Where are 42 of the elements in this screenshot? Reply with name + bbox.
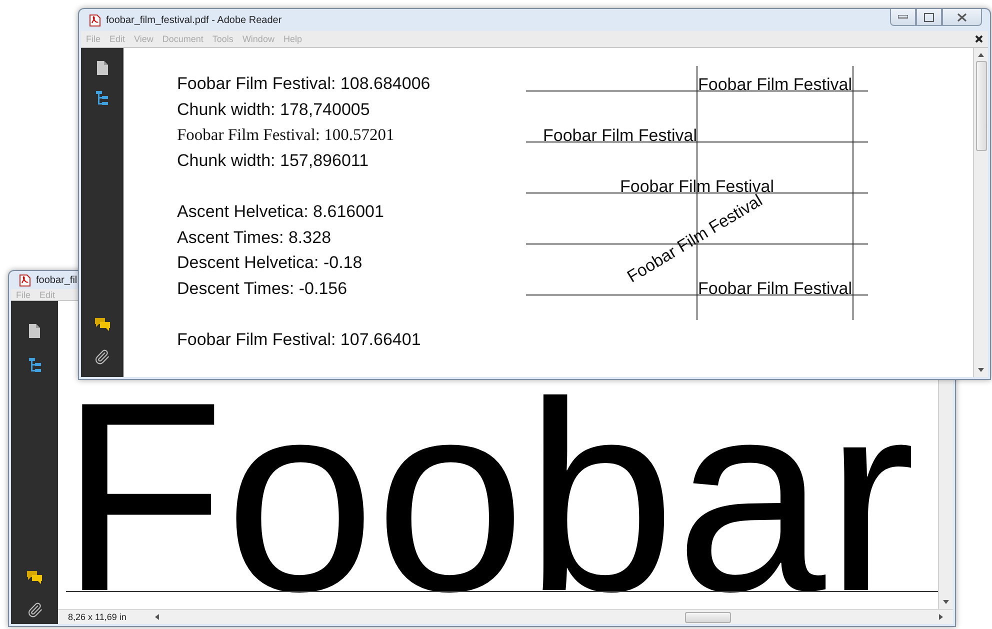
text-line: Ascent Times: 8.328 [177, 226, 332, 249]
diagram-label: Foobar Film Festival [698, 75, 852, 94]
maximize-icon [924, 12, 934, 22]
vertical-scrollbar[interactable] [973, 48, 988, 377]
close-icon [957, 12, 967, 22]
window-title: foobar_fil [36, 274, 78, 286]
page-size-label: 8,26 x 11,69 in [68, 612, 128, 622]
scroll-down-arrow[interactable] [977, 366, 985, 374]
close-button[interactable] [942, 9, 982, 26]
tree-icon[interactable] [28, 357, 42, 373]
text-line: Descent Helvetica: -0.18 [177, 252, 364, 274]
menu-item[interactable]: Edit [40, 290, 56, 300]
scroll-up-arrow[interactable] [977, 51, 985, 59]
page-icon[interactable] [28, 323, 41, 339]
window-title: foobar_film_festival.pdf - Adobe Reader [106, 14, 282, 26]
menu-item[interactable]: File [16, 290, 31, 300]
text-line: Foobar Film Festival: 108.684006 [177, 73, 432, 95]
comments-icon[interactable] [94, 317, 110, 331]
text-line: Ascent Helvetica: 8.616001 [177, 200, 385, 223]
maximize-button[interactable] [916, 9, 942, 26]
close-document-icon[interactable] [975, 35, 983, 43]
pdf-file-icon [19, 274, 31, 286]
text-line: Chunk width: 157,896011 [177, 150, 370, 172]
diagram-label: Foobar Film Festival [698, 279, 852, 298]
scroll-right-arrow[interactable] [937, 613, 945, 621]
minimize-button[interactable] [890, 9, 916, 26]
text-line: Foobar Film Festival: 107.66401 [177, 328, 422, 351]
paperclip-icon[interactable] [26, 602, 42, 618]
tree-icon[interactable] [95, 90, 109, 106]
scroll-left-arrow[interactable] [153, 613, 161, 621]
page-icon[interactable] [96, 60, 108, 76]
diagram-label: Foobar Film Festival [543, 126, 697, 145]
text-line: Foobar Film Festival: 100.57201 [177, 124, 396, 146]
pdf-file-icon [89, 14, 101, 26]
scrollbar-thumb[interactable] [976, 61, 986, 151]
scrollbar-thumb[interactable] [685, 612, 731, 622]
text-line: Chunk width: 178,740005 [177, 98, 371, 121]
comments-icon[interactable] [26, 570, 43, 584]
scroll-down-arrow[interactable] [942, 598, 950, 606]
minimize-icon [898, 15, 908, 19]
paperclip-icon[interactable] [94, 349, 110, 365]
text-line: Descent Times: -0.156 [177, 278, 348, 300]
